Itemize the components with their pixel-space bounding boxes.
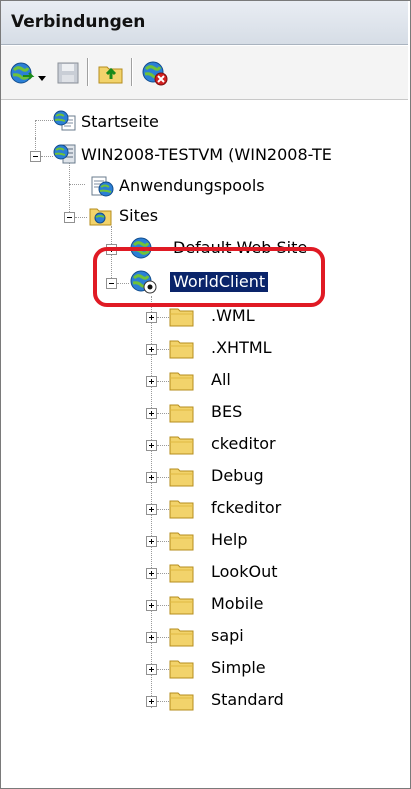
expand-toggle-folder[interactable]	[146, 536, 157, 547]
folder-icon	[169, 594, 195, 620]
expand-toggle-folder[interactable]	[146, 344, 157, 355]
tree-item-folder[interactable]: BES	[1, 398, 408, 428]
disconnect-icon[interactable]	[141, 60, 169, 90]
tree-item-folder[interactable]: sapi	[1, 622, 408, 652]
folder-icon	[169, 466, 195, 492]
tree-item-folder[interactable]: Debug	[1, 462, 408, 492]
folder-icon	[169, 626, 195, 652]
folder-icon	[169, 402, 195, 428]
tree-item-folder[interactable]: Simple	[1, 654, 408, 684]
folder-icon	[169, 338, 195, 364]
expand-toggle-folder[interactable]	[146, 600, 157, 611]
tree-item-folder[interactable]: ckeditor	[1, 430, 408, 460]
collapse-toggle-server[interactable]	[30, 151, 41, 162]
tree-item-folder[interactable]: Mobile	[1, 590, 408, 620]
connections-tree: Startseite WIN2008-TESTVM (WIN2008-TE An…	[1, 100, 408, 786]
tree-item-app-pools[interactable]: Anwendungspools	[1, 172, 408, 202]
tree-label-folder: ckeditor	[211, 434, 276, 453]
connections-toolbar	[1, 46, 408, 100]
expand-toggle-folder[interactable]	[146, 440, 157, 451]
tree-item-folder[interactable]: LookOut	[1, 558, 408, 588]
tree-label-folder: Standard	[211, 690, 284, 709]
save-icon[interactable]	[55, 60, 81, 90]
tree-label-folder: Help	[211, 530, 248, 549]
tree-label-folder: Debug	[211, 466, 264, 485]
folder-icon	[169, 562, 195, 588]
folder-icon	[169, 690, 195, 716]
tree-label-sites: Sites	[119, 206, 159, 225]
server-icon	[53, 143, 77, 169]
tree-item-server[interactable]: WIN2008-TESTVM (WIN2008-TE	[1, 141, 408, 171]
collapse-toggle-sites[interactable]	[64, 212, 75, 223]
up-folder-icon[interactable]	[97, 60, 125, 90]
tree-item-startseite[interactable]: Startseite	[1, 108, 408, 138]
app-pools-icon	[89, 174, 115, 202]
tree-item-folder[interactable]: Help	[1, 526, 408, 556]
folder-icon	[169, 498, 195, 524]
tree-label-folder: BES	[211, 402, 243, 421]
tree-label-folder: fckeditor	[211, 498, 282, 517]
tree-label-folder: Simple	[211, 658, 266, 677]
expand-toggle-folder[interactable]	[146, 472, 157, 483]
panel-header: Verbindungen	[1, 1, 408, 45]
tree-label-server: WIN2008-TESTVM (WIN2008-TE	[81, 145, 332, 164]
dropdown-arrow-icon[interactable]	[37, 68, 47, 87]
tree-item-folder[interactable]: fckeditor	[1, 494, 408, 524]
expand-toggle-folder[interactable]	[146, 632, 157, 643]
folder-icon	[169, 658, 195, 684]
folder-icon	[169, 434, 195, 460]
sites-folder-icon	[89, 205, 113, 231]
folder-icon	[169, 530, 195, 556]
highlight-annotation	[93, 247, 325, 307]
panel-title: Verbindungen	[11, 12, 146, 32]
connect-globe-icon[interactable]	[9, 60, 35, 90]
tree-item-folder[interactable]: All	[1, 366, 408, 396]
expand-toggle-folder[interactable]	[146, 504, 157, 515]
tree-label-folder: All	[211, 370, 231, 389]
expand-toggle-folder[interactable]	[146, 696, 157, 707]
folder-icon	[169, 306, 195, 332]
tree-label-folder: .WML	[211, 306, 255, 325]
expand-toggle-folder[interactable]	[146, 568, 157, 579]
expand-toggle-folder[interactable]	[146, 312, 157, 323]
tree-label-startseite: Startseite	[81, 112, 159, 131]
expand-toggle-folder[interactable]	[146, 408, 157, 419]
tree-label-folder: LookOut	[211, 562, 278, 581]
expand-toggle-folder[interactable]	[146, 376, 157, 387]
folder-icon	[169, 370, 195, 396]
tree-item-folder[interactable]: .XHTML	[1, 334, 408, 364]
tree-label-folder: .XHTML	[211, 338, 272, 357]
tree-item-sites[interactable]: Sites	[1, 202, 408, 232]
tree-label-folder: sapi	[211, 626, 244, 645]
expand-toggle-folder[interactable]	[146, 664, 157, 675]
tree-label-app-pools: Anwendungspools	[119, 176, 265, 195]
start-page-icon	[53, 110, 77, 136]
tree-label-folder: Mobile	[211, 594, 264, 613]
tree-item-folder[interactable]: Standard	[1, 686, 408, 716]
